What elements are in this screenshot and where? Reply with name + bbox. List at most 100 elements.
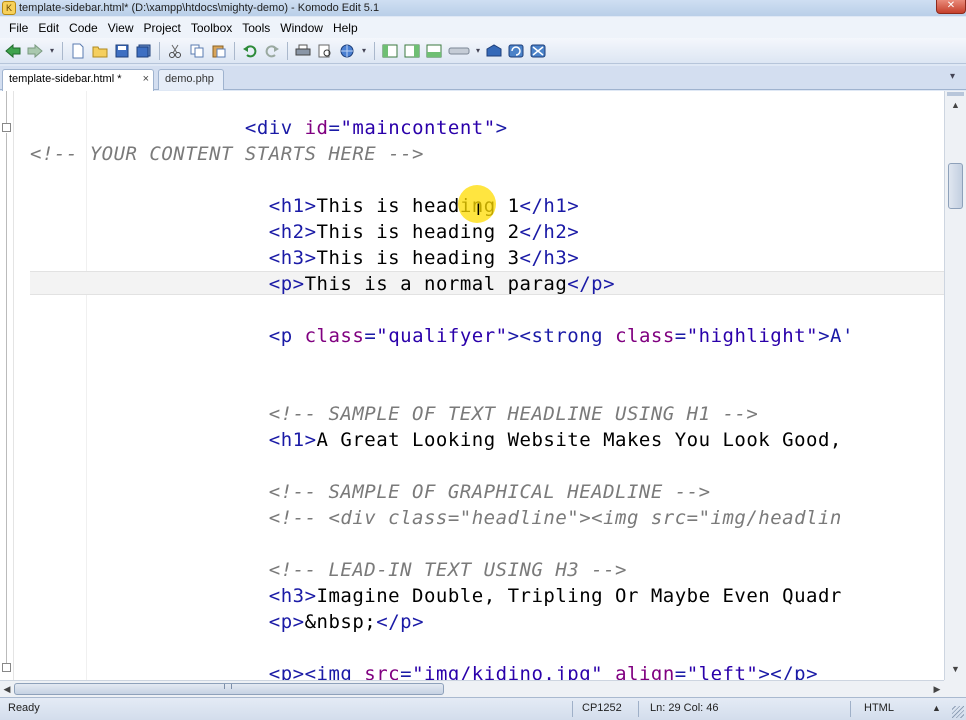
scroll-right-icon[interactable]: ▶ [930, 681, 944, 697]
code-token: <p [30, 325, 305, 347]
code-line[interactable]: <h1>A Great Looking Website Makes You Lo… [30, 427, 842, 453]
code-line[interactable]: <h3>Imagine Double, Tripling Or Maybe Ev… [30, 583, 842, 609]
main-toolbar: ▾ ▾ ▾ [0, 38, 966, 64]
cut-icon[interactable] [165, 41, 185, 61]
code-token: A Great Looking Website Makes You Look G… [316, 429, 842, 451]
fold-toggle-icon[interactable] [2, 123, 11, 132]
code-token: class [615, 325, 675, 347]
code-line[interactable]: <!-- YOUR CONTENT STARTS HERE --> [30, 141, 424, 167]
code-token: = [400, 663, 413, 680]
window-close-button[interactable]: ✕ [936, 0, 966, 14]
menu-help[interactable]: Help [328, 21, 363, 35]
code-token: > [495, 117, 508, 139]
scroll-up-icon[interactable]: ▲ [945, 97, 966, 113]
code-token: <h3> [30, 585, 317, 607]
vertical-scrollbar[interactable]: ▲ ▼ [944, 91, 966, 680]
menu-window[interactable]: Window [275, 21, 328, 35]
vertical-scroll-thumb[interactable] [948, 163, 963, 209]
resize-grip-icon[interactable] [952, 706, 964, 718]
language-selector[interactable]: HTML [864, 702, 894, 714]
new-file-icon[interactable] [68, 41, 88, 61]
menu-code[interactable]: Code [64, 21, 103, 35]
menu-edit[interactable]: Edit [33, 21, 64, 35]
code-token: align [615, 663, 675, 680]
print-preview-icon[interactable] [315, 41, 335, 61]
encoding-indicator[interactable]: CP1252 [582, 702, 622, 714]
tab-template-sidebar[interactable]: template-sidebar.html * × [2, 69, 154, 91]
code-line[interactable]: <p>&nbsp;</p> [30, 609, 424, 635]
code-token: Imagine Double, Tripling Or Maybe Even Q… [316, 585, 842, 607]
code-lines[interactable]: <div id="maincontent"> <!-- YOUR CONTENT … [30, 91, 944, 680]
code-token: <!-- SAMPLE OF GRAPHICAL HEADLINE --> [30, 481, 711, 503]
macro-record-icon[interactable] [446, 41, 472, 61]
tab-close-icon[interactable]: × [143, 70, 149, 89]
scroll-left-icon[interactable]: ◀ [0, 681, 14, 697]
scroll-down-icon[interactable]: ▼ [945, 661, 966, 677]
menu-file[interactable]: File [4, 21, 33, 35]
tab-label: template-sidebar.html * [9, 73, 122, 85]
dropdown-arrow-icon[interactable]: ▾ [474, 41, 482, 61]
pane-left-icon[interactable] [380, 41, 400, 61]
code-line[interactable]: <h2>This is heading 2</h2> [30, 219, 579, 245]
code-line[interactable]: <p>This is a normal parag</p> [30, 271, 615, 297]
refresh-icon[interactable] [506, 41, 526, 61]
move-icon[interactable] [528, 41, 548, 61]
code-token: </h3> [519, 247, 580, 269]
redo-icon[interactable] [262, 41, 282, 61]
toolbar-separator [374, 41, 375, 60]
window-title: template-sidebar.html* (D:\xampp\htdocs\… [19, 2, 380, 14]
paste-icon[interactable] [209, 41, 229, 61]
split-handle[interactable] [947, 92, 964, 96]
code-line[interactable]: <h3>This is heading 3</h3> [30, 245, 579, 271]
commit-icon[interactable] [484, 41, 504, 61]
fold-line [6, 91, 7, 127]
komodo-app-icon: K [2, 1, 16, 15]
dropdown-arrow-icon[interactable]: ▾ [359, 41, 369, 61]
title-bar: K template-sidebar.html* (D:\xampp\htdoc… [0, 0, 966, 16]
open-folder-icon[interactable] [90, 41, 110, 61]
code-line[interactable]: <h1>This is heading 1</h1> [30, 193, 579, 219]
code-line[interactable]: <!-- <div class="headline"><img src="img… [30, 505, 842, 531]
code-line[interactable]: <div id="maincontent"> [30, 115, 508, 141]
code-line[interactable]: <p class="qualifyer"><strong class="high… [30, 323, 854, 349]
copy-icon[interactable] [187, 41, 207, 61]
code-line[interactable]: <p><img src="img/kidino.jpg" align="left… [30, 661, 818, 680]
code-token: This is heading 3 [316, 247, 520, 269]
menu-toolbox[interactable]: Toolbox [186, 21, 237, 35]
menu-view[interactable]: View [103, 21, 139, 35]
browser-preview-icon[interactable] [337, 41, 357, 61]
tab-list-icon[interactable]: ▾ [950, 72, 960, 82]
fold-toggle-icon[interactable] [2, 663, 11, 672]
code-line[interactable]: <!-- SAMPLE OF GRAPHICAL HEADLINE --> [30, 479, 711, 505]
tab-label: demo.php [165, 73, 214, 85]
print-icon[interactable] [293, 41, 313, 61]
save-icon[interactable] [112, 41, 132, 61]
code-editor[interactable]: <div id="maincontent"> <!-- YOUR CONTENT … [0, 91, 944, 680]
language-dropdown-icon[interactable]: ▲ [932, 703, 941, 713]
code-line[interactable]: <!-- LEAD-IN TEXT USING H3 --> [30, 557, 627, 583]
horizontal-scrollbar[interactable]: ◀ ▶ [0, 680, 944, 697]
code-token: <p> [30, 611, 305, 633]
code-token: = [328, 117, 341, 139]
code-token: id [304, 117, 329, 139]
editor-tab-strip: template-sidebar.html * × demo.php ▾ [0, 66, 966, 91]
code-token: ><strong [507, 325, 616, 347]
code-token: src [364, 663, 401, 680]
tab-demo-php[interactable]: demo.php [158, 69, 224, 90]
forward-icon[interactable] [25, 41, 45, 61]
menu-project[interactable]: Project [139, 21, 186, 35]
undo-icon[interactable] [240, 41, 260, 61]
pane-right-icon[interactable] [402, 41, 422, 61]
pane-bottom-icon[interactable] [424, 41, 444, 61]
code-token: <p><img [30, 663, 365, 680]
save-all-icon[interactable] [134, 41, 154, 61]
code-token: <!-- YOUR CONTENT STARTS HERE --> [30, 143, 424, 165]
code-token: <h3> [30, 247, 317, 269]
code-line[interactable]: <!-- SAMPLE OF TEXT HEADLINE USING H1 --… [30, 401, 758, 427]
code-token: <div [30, 117, 305, 139]
fold-gutter [0, 91, 14, 680]
back-icon[interactable] [3, 41, 23, 61]
menu-tools[interactable]: Tools [237, 21, 275, 35]
dropdown-arrow-icon[interactable]: ▾ [47, 41, 57, 61]
code-token: <h1> [30, 195, 317, 217]
